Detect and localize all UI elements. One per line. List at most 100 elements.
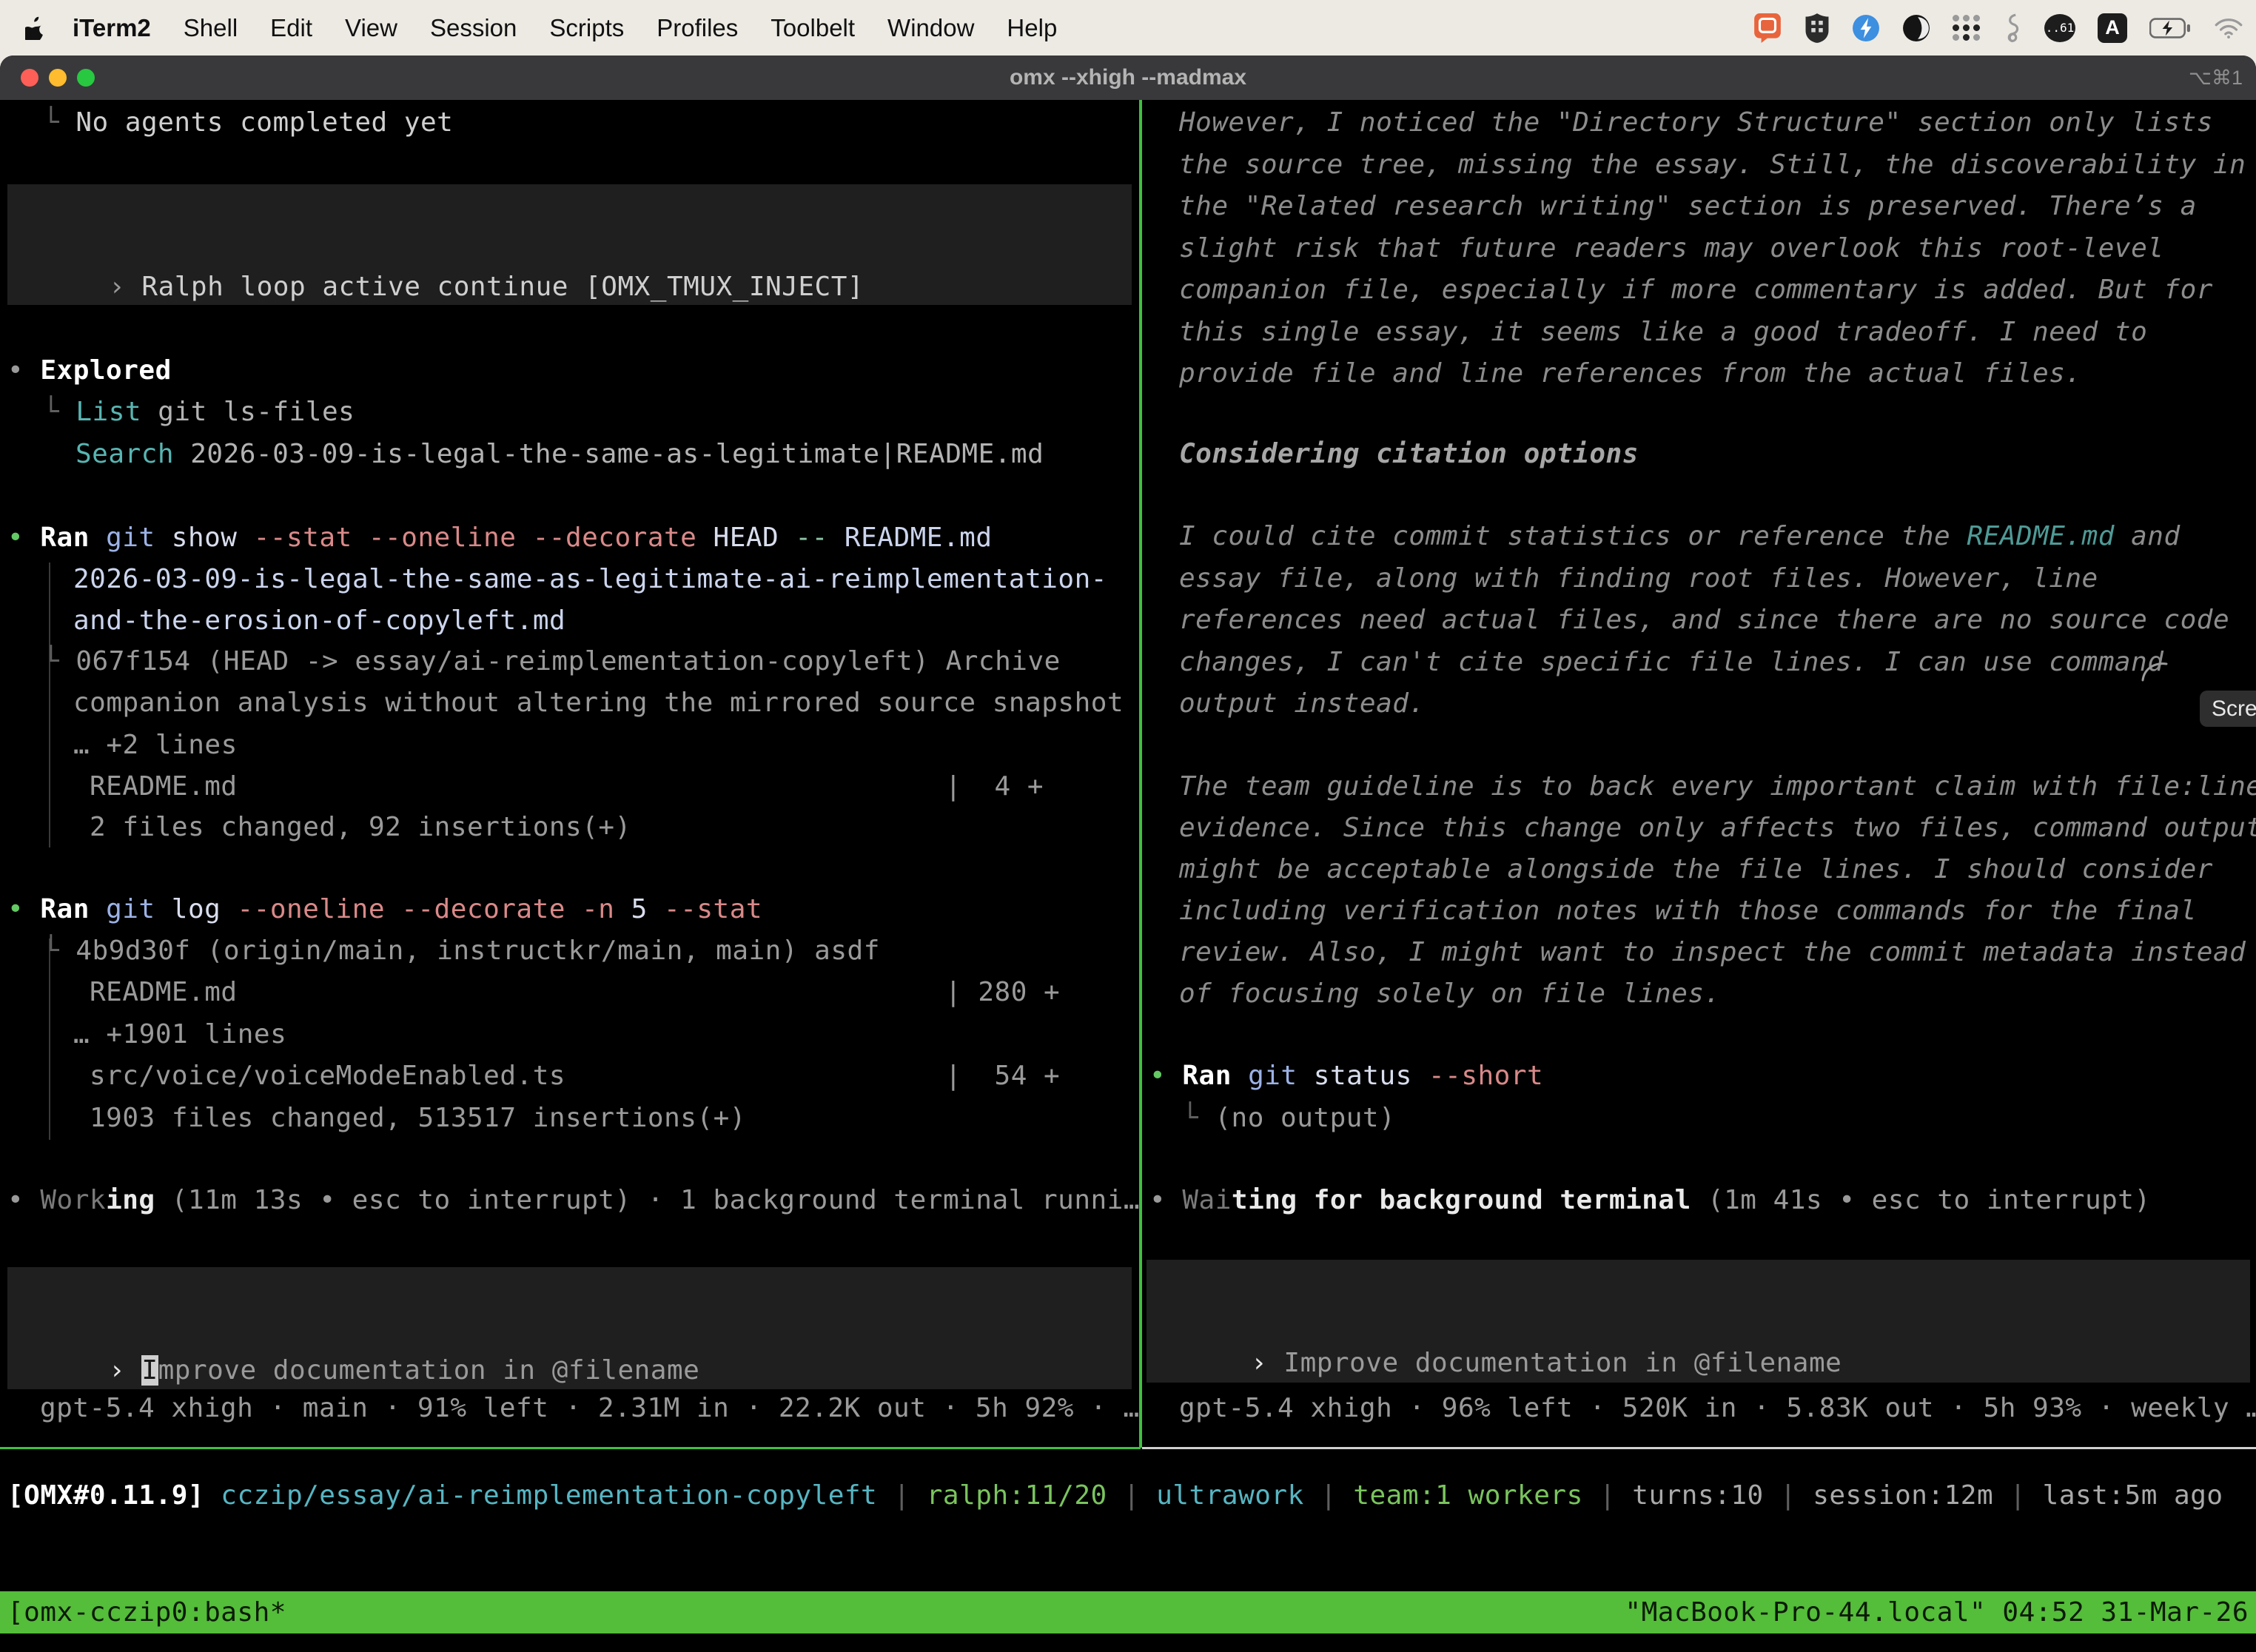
active-app-name[interactable]: iTerm2 bbox=[73, 14, 151, 42]
left-pane-line: 1903 files changed, 513517 insertions(+) bbox=[90, 1097, 746, 1139]
left-pane-line: src/voice/voiceModeEnabled.ts| 54 + bbox=[90, 1055, 565, 1097]
menu-help[interactable]: Help bbox=[1007, 14, 1057, 42]
window-title-bar[interactable]: omx --xhigh --madmax ⌥⌘1 bbox=[0, 56, 2256, 100]
text-span: --oneline --decorate bbox=[237, 894, 582, 924]
text-span: README.md bbox=[90, 771, 238, 802]
menu-scripts[interactable]: Scripts bbox=[549, 14, 624, 42]
text-span: 1903 files changed, 513517 insertions(+) bbox=[90, 1103, 746, 1133]
text-span: List bbox=[75, 397, 141, 427]
tree-branch-icon: └ bbox=[43, 936, 75, 966]
shield-grid-icon[interactable] bbox=[1805, 13, 1830, 44]
text-span: src/voice/voiceModeEnabled.ts bbox=[90, 1061, 565, 1091]
tmux-status-bar: [omx-cczip0:bash* "MacBook-Pro-44.local"… bbox=[0, 1591, 2256, 1633]
prompt-icon: › bbox=[1251, 1348, 1283, 1378]
right-pane-line: including verification notes with those … bbox=[1179, 890, 2197, 932]
pane-divider[interactable] bbox=[1139, 100, 1142, 1448]
text-span: Ran bbox=[40, 894, 106, 924]
menu-session[interactable]: Session bbox=[430, 14, 517, 42]
text-span: --short bbox=[1429, 1061, 1543, 1091]
text-span: 4b9d30f (origin/main, instructkr/main, m… bbox=[75, 936, 880, 966]
prompt-icon: › bbox=[109, 1355, 141, 1386]
tmux-session-window: [omx-cczip0:bash* bbox=[7, 1597, 286, 1628]
text-span: turns:10 bbox=[1632, 1480, 1763, 1511]
input-source-icon[interactable]: A bbox=[2098, 13, 2127, 43]
text-span: The team guideline is to back every impo… bbox=[1179, 771, 2256, 802]
apple-icon bbox=[25, 16, 44, 40]
text-span: README.md bbox=[90, 977, 238, 1007]
left-pane-line: … +1901 lines bbox=[73, 1013, 286, 1055]
text-span: Wai bbox=[1182, 1185, 1232, 1215]
omx-status-bar-line: [OMX#0.11.9] cczip/essay/ai-reimplementa… bbox=[7, 1474, 2223, 1517]
menu-edit[interactable]: Edit bbox=[270, 14, 312, 42]
text-span: show bbox=[172, 523, 254, 553]
text-span: 5 bbox=[631, 894, 664, 924]
tree-branch-icon: └ bbox=[1182, 1103, 1215, 1133]
right-pane-line: Considering citation options bbox=[1179, 433, 1639, 475]
bolt-circle-icon[interactable] bbox=[1852, 14, 1880, 42]
menu-bar-status-icons: ..61 A bbox=[1753, 0, 2244, 56]
text-span: ultrawork bbox=[1156, 1480, 1304, 1511]
tooltip-label: Scre bbox=[2212, 696, 2256, 722]
bullet-icon: • bbox=[1149, 1185, 1182, 1215]
left-pane-line: • Explored bbox=[7, 349, 172, 392]
screen-overlay-tooltip[interactable]: Scre bbox=[2200, 691, 2256, 727]
text-span: I could cite commit statistics or refere… bbox=[1179, 521, 1967, 551]
left-pane-line: • Ran git show --stat --oneline --decora… bbox=[7, 517, 993, 559]
menu-view[interactable]: View bbox=[345, 14, 397, 42]
dots-grid-icon[interactable] bbox=[1953, 15, 1981, 41]
diffstat-count: | 54 + bbox=[945, 1055, 1060, 1097]
menu-window[interactable]: Window bbox=[887, 14, 974, 42]
text-span: provide file and line references from th… bbox=[1179, 358, 2082, 389]
bullet-icon: • bbox=[7, 355, 40, 386]
chat-app-icon[interactable] bbox=[1753, 13, 1782, 44]
window-shortcut-badge: ⌥⌘1 bbox=[2189, 56, 2243, 100]
command-input-left[interactable]: › Improve documentation in @filename bbox=[7, 1267, 1132, 1389]
text-span: git bbox=[1248, 1061, 1314, 1091]
text-span: log bbox=[172, 894, 238, 924]
left-pane-line: • Working (11m 13s • esc to interrupt) ·… bbox=[7, 1179, 1140, 1221]
left-pane-line: └ List git ls-files bbox=[43, 391, 355, 433]
text-span: --stat --oneline --decorate bbox=[254, 523, 714, 553]
wifi-icon[interactable] bbox=[2213, 16, 2244, 40]
text-span: Ran bbox=[40, 523, 106, 553]
text-span: slight risk that future readers may over… bbox=[1179, 233, 2163, 263]
text-span: Search bbox=[75, 439, 174, 469]
text-span: companion analysis without altering the … bbox=[73, 688, 1124, 718]
left-pane-line: • Ran git log --oneline --decorate -n 5 … bbox=[7, 888, 762, 930]
right-pane-line: output instead. bbox=[1179, 682, 1426, 725]
right-pane-line: might be acceptable alongside the file l… bbox=[1179, 848, 2213, 890]
text-span: | bbox=[1583, 1480, 1633, 1511]
hook-squiggle-icon[interactable] bbox=[2003, 13, 2022, 44]
apple-menu[interactable] bbox=[25, 16, 44, 40]
input-text: Improve documentation in @filename bbox=[1283, 1348, 1842, 1378]
session-stats: gpt-5.4 xhigh · 96% left · 520K in · 5.8… bbox=[1179, 1393, 2256, 1423]
inject-text: Ralph loop active continue [OMX_TMUX_INJ… bbox=[141, 272, 864, 302]
right-pane-line: • Ran git status --short bbox=[1149, 1055, 1543, 1097]
text-span: status bbox=[1314, 1061, 1429, 1091]
right-pane-line: review. Also, I might want to inspect th… bbox=[1179, 931, 2246, 973]
session-stats: gpt-5.4 xhigh · main · 91% left · 2.31M … bbox=[40, 1393, 1140, 1423]
text-span: the source tree, missing the essay. Stil… bbox=[1179, 150, 2246, 180]
text-span: 2026-03-09-is-legal-the-same-as-legitima… bbox=[73, 564, 1107, 594]
menu-toolbelt[interactable]: Toolbelt bbox=[771, 14, 855, 42]
text-span: … +1901 lines bbox=[73, 1019, 286, 1050]
command-input-right[interactable]: › Improve documentation in @filename bbox=[1147, 1260, 2250, 1383]
text-span: might be acceptable alongside the file l… bbox=[1179, 854, 2213, 884]
right-pane-line: of focusing solely on file lines. bbox=[1179, 973, 1721, 1015]
left-pane-line: 2026-03-09-is-legal-the-same-as-legitima… bbox=[73, 558, 1107, 600]
inject-banner: › Ralph loop active continue [OMX_TMUX_I… bbox=[7, 184, 1132, 305]
text-span: the "Related research writing" section i… bbox=[1179, 191, 2197, 221]
text-cursor: I bbox=[141, 1355, 158, 1386]
right-pane-line: gpt-5.4 xhigh · 96% left · 520K in · 5.8… bbox=[1179, 1387, 2256, 1429]
battery-charging-icon[interactable] bbox=[2149, 18, 2191, 38]
badge-61-icon[interactable]: ..61 bbox=[2044, 14, 2075, 42]
left-pane-line: README.md| 280 + bbox=[90, 971, 238, 1013]
text-span: … +2 lines bbox=[73, 730, 238, 760]
menu-shell[interactable]: Shell bbox=[184, 14, 238, 42]
text-span: HEAD bbox=[714, 523, 796, 553]
tree-branch-icon: └ bbox=[43, 107, 59, 138]
right-pane-line: evidence. Since this change only affects… bbox=[1179, 807, 2256, 849]
menu-profiles[interactable]: Profiles bbox=[657, 14, 738, 42]
crescent-circle-icon[interactable] bbox=[1902, 14, 1930, 42]
diffstat-count: | 4 + bbox=[945, 765, 1044, 807]
